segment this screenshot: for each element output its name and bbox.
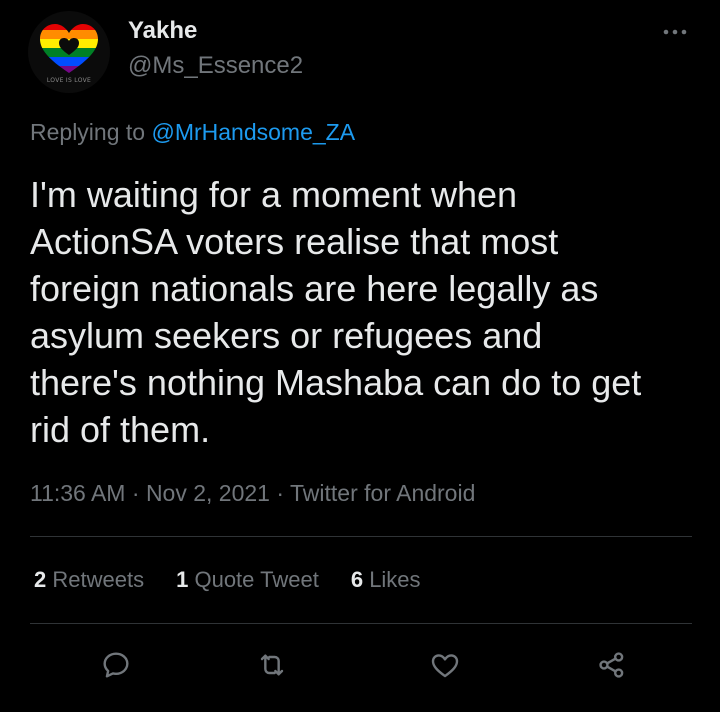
likes-count: 6: [350, 567, 364, 592]
like-button[interactable]: [425, 645, 465, 685]
reply-mention-link[interactable]: @MrHandsome_ZA: [151, 119, 355, 145]
tweet-stats: 2 Retweets 1 Quote Tweet 6 Likes: [34, 567, 453, 593]
quote-tweets-stat[interactable]: 1 Quote Tweet: [176, 567, 319, 593]
replying-to: Replying to @MrHandsome_ZA: [30, 119, 355, 146]
tweet-source[interactable]: Twitter for Android: [290, 480, 475, 506]
avatar-caption: LOVE IS LOVE: [46, 77, 92, 84]
retweet-icon: [260, 654, 284, 676]
tweet-time[interactable]: 11:36 AM: [30, 480, 125, 506]
share-icon: [599, 652, 624, 678]
retweet-button[interactable]: [252, 645, 292, 685]
divider: [30, 623, 692, 624]
likes-label: Likes: [369, 567, 421, 592]
more-options-icon[interactable]: [660, 24, 690, 40]
user-handle[interactable]: @Ms_Essence2: [128, 52, 303, 80]
likes-stat[interactable]: 6 Likes: [351, 567, 421, 593]
display-name[interactable]: Yakhe: [128, 17, 197, 45]
tweet-text: I'm waiting for a moment when ActionSA v…: [30, 174, 642, 450]
retweets-label: Retweets: [52, 567, 145, 592]
share-button[interactable]: [592, 645, 632, 685]
like-icon: [431, 654, 459, 678]
meta-separator: ·: [276, 480, 285, 506]
divider: [30, 536, 692, 537]
avatar[interactable]: LOVE IS LOVE: [28, 11, 110, 93]
tweet-date[interactable]: Nov 2, 2021: [146, 480, 270, 506]
reply-icon: [103, 652, 129, 678]
reply-button[interactable]: [96, 645, 136, 685]
retweets-count: 2: [34, 567, 47, 592]
tweet-meta: 11:36 AM · Nov 2, 2021 · Twitter for And…: [30, 480, 475, 507]
retweets-stat[interactable]: 2 Retweets: [34, 567, 144, 593]
replying-prefix: Replying to: [30, 119, 146, 145]
quote-tweets-count: 1: [176, 567, 189, 592]
quote-tweets-label: Quote Tweet: [194, 567, 319, 592]
meta-separator: ·: [131, 480, 140, 506]
